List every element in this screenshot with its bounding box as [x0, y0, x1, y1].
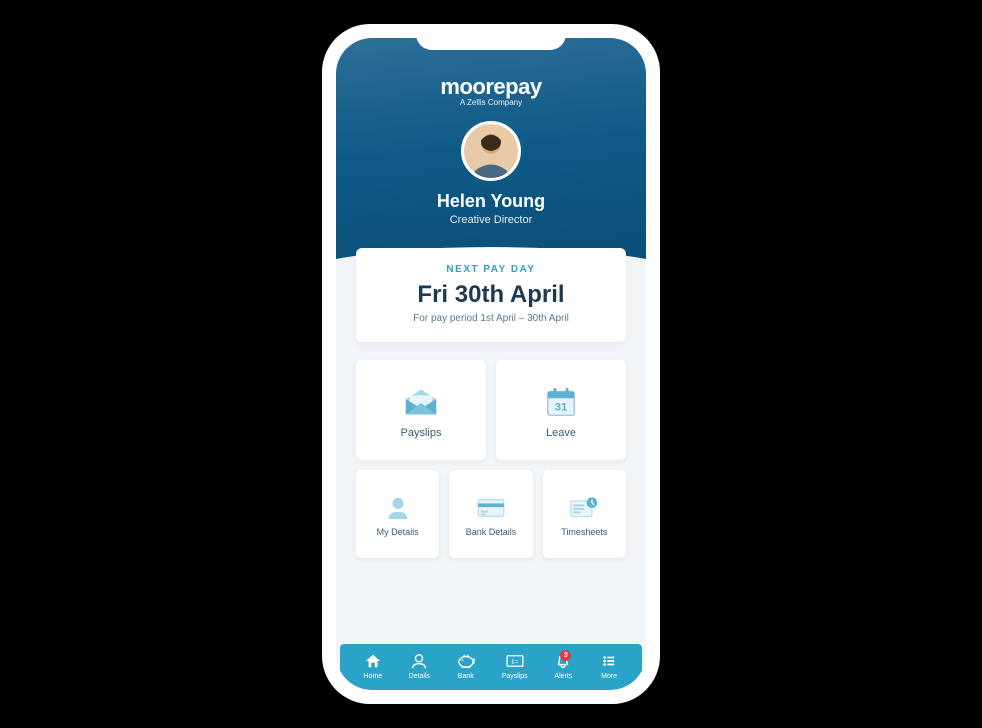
card-icon — [476, 495, 506, 521]
tiles-grid: Payslips 31 Leave — [356, 360, 626, 558]
app-screen: moorepay A Zellis Company Helen Young Cr… — [336, 38, 646, 690]
nav-details[interactable]: Details — [409, 652, 430, 680]
payday-period: For pay period 1st April – 30th April — [376, 313, 606, 324]
nav-label: Alerts — [554, 673, 572, 680]
nav-bank[interactable]: Bank — [456, 652, 476, 680]
nav-more[interactable]: More — [599, 652, 619, 680]
tile-mydetails[interactable]: My Details — [356, 470, 439, 558]
avatar[interactable] — [461, 121, 521, 181]
person-outline-icon — [409, 652, 429, 670]
user-role: Creative Director — [356, 214, 626, 226]
tile-label: Timesheets — [561, 527, 607, 537]
payslip-icon: £= — [505, 652, 525, 670]
brand-logo: moorepay — [356, 74, 626, 100]
piggy-icon — [456, 652, 476, 670]
calendar-icon: 31 — [542, 385, 580, 419]
nav-label: More — [601, 673, 617, 680]
nav-alerts[interactable]: 3 Alerts — [553, 652, 573, 680]
payday-date: Fri 30th April — [376, 281, 606, 309]
bottom-nav: Home Details Bank £= Payslips — [340, 644, 642, 690]
timesheet-icon — [569, 495, 599, 521]
tile-bankdetails[interactable]: Bank Details — [449, 470, 532, 558]
tile-label: Payslips — [401, 427, 442, 439]
svg-text:31: 31 — [555, 401, 568, 413]
nav-label: Home — [364, 673, 383, 680]
brand-tagline: A Zellis Company — [356, 98, 626, 107]
tile-payslips[interactable]: Payslips — [356, 360, 486, 460]
nav-label: Payslips — [502, 673, 528, 680]
home-icon — [363, 652, 383, 670]
nav-payslips[interactable]: £= Payslips — [502, 652, 528, 680]
tile-timesheets[interactable]: Timesheets — [543, 470, 626, 558]
nav-label: Details — [409, 673, 430, 680]
more-icon — [599, 652, 619, 670]
person-icon — [383, 495, 413, 521]
nav-home[interactable]: Home — [363, 652, 383, 680]
payday-label: NEXT PAY DAY — [376, 264, 606, 275]
tile-leave[interactable]: 31 Leave — [496, 360, 626, 460]
content-area: NEXT PAY DAY Fri 30th April For pay peri… — [336, 248, 646, 644]
tile-label: Leave — [546, 427, 576, 439]
svg-text:£=: £= — [511, 659, 518, 666]
user-name: Helen Young — [356, 191, 626, 212]
nav-label: Bank — [458, 673, 474, 680]
tile-label: Bank Details — [466, 527, 517, 537]
payday-card[interactable]: NEXT PAY DAY Fri 30th April For pay peri… — [356, 248, 626, 342]
tile-label: My Details — [377, 527, 419, 537]
envelope-icon — [402, 385, 440, 419]
phone-frame: moorepay A Zellis Company Helen Young Cr… — [322, 24, 660, 704]
